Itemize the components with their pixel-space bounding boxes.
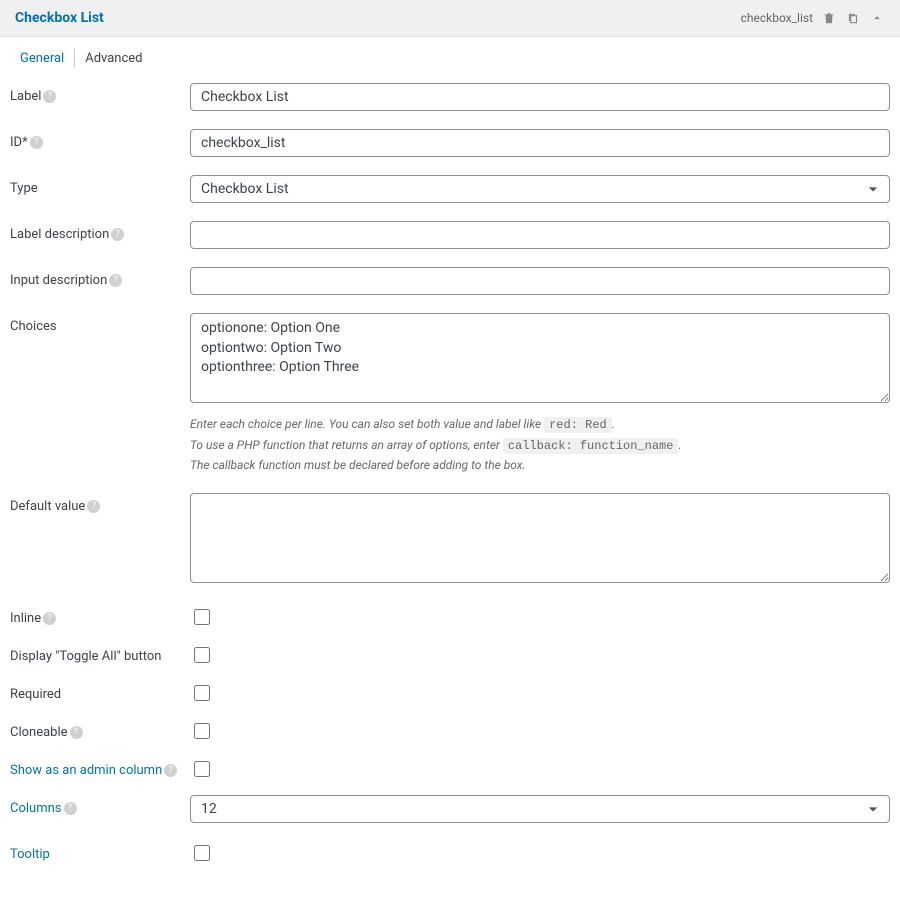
trash-icon[interactable] (821, 10, 837, 26)
collapse-icon[interactable] (869, 10, 885, 26)
admin-column-checkbox[interactable] (194, 761, 210, 777)
header-actions: checkbox_list (741, 10, 885, 26)
label-inline: Inline? (10, 605, 190, 626)
help-icon[interactable]: ? (164, 764, 177, 777)
label-type: Type (10, 175, 190, 196)
header-id-display: checkbox_list (741, 11, 813, 25)
type-select[interactable]: Checkbox List (190, 175, 890, 203)
form-body: Label? ID*? Type Checkbox List Label des… (0, 68, 900, 897)
cloneable-checkbox[interactable] (194, 723, 210, 739)
row-toggle-all: Display "Toggle All" button (10, 643, 890, 667)
label-id: ID*? (10, 129, 190, 150)
duplicate-icon[interactable] (845, 10, 861, 26)
row-inline: Inline? (10, 605, 890, 629)
label-columns[interactable]: Columns? (10, 795, 190, 816)
row-label: Label? (10, 83, 890, 111)
panel-title: Checkbox List (15, 10, 104, 26)
row-cloneable: Cloneable? (10, 719, 890, 743)
inline-checkbox[interactable] (194, 609, 210, 625)
choices-hint: Enter each choice per line. You can also… (190, 415, 890, 475)
tab-general[interactable]: General (10, 49, 75, 68)
help-icon[interactable]: ? (30, 136, 43, 149)
required-checkbox[interactable] (194, 685, 210, 701)
label-input[interactable] (190, 83, 890, 111)
row-tooltip: Tooltip (10, 841, 890, 865)
label-choices: Choices (10, 313, 190, 334)
row-type: Type Checkbox List (10, 175, 890, 203)
default-value-textarea[interactable] (190, 493, 890, 583)
label-required: Required (10, 681, 190, 702)
help-icon[interactable]: ? (111, 228, 124, 241)
id-input[interactable] (190, 129, 890, 157)
label-tooltip[interactable]: Tooltip (10, 841, 190, 862)
row-admin-column: Show as an admin column? (10, 757, 890, 781)
label-default-value: Default value? (10, 493, 190, 514)
label-description-input[interactable] (190, 221, 890, 249)
row-label-description: Label description? (10, 221, 890, 249)
label-label: Label? (10, 83, 190, 104)
tabs: General Advanced (0, 37, 900, 68)
choices-textarea[interactable] (190, 313, 890, 403)
columns-select[interactable]: 12 (190, 795, 890, 823)
label-toggle-all: Display "Toggle All" button (10, 643, 190, 664)
row-input-description: Input description? (10, 267, 890, 295)
row-required: Required (10, 681, 890, 705)
help-icon[interactable]: ? (87, 500, 100, 513)
label-label-description: Label description? (10, 221, 190, 242)
row-id: ID*? (10, 129, 890, 157)
label-admin-column[interactable]: Show as an admin column? (10, 757, 190, 778)
help-icon[interactable]: ? (43, 90, 56, 103)
toggle-all-checkbox[interactable] (194, 647, 210, 663)
tab-advanced[interactable]: Advanced (75, 49, 152, 68)
help-icon[interactable]: ? (43, 612, 56, 625)
row-choices: Choices Enter each choice per line. You … (10, 313, 890, 475)
help-icon[interactable]: ? (64, 802, 77, 815)
row-default-value: Default value? (10, 493, 890, 587)
tooltip-checkbox[interactable] (194, 845, 210, 861)
label-cloneable: Cloneable? (10, 719, 190, 740)
panel-header: Checkbox List checkbox_list (0, 0, 900, 37)
help-icon[interactable]: ? (109, 274, 122, 287)
row-columns: Columns? 12 (10, 795, 890, 823)
help-icon[interactable]: ? (70, 726, 83, 739)
input-description-input[interactable] (190, 267, 890, 295)
label-input-description: Input description? (10, 267, 190, 288)
